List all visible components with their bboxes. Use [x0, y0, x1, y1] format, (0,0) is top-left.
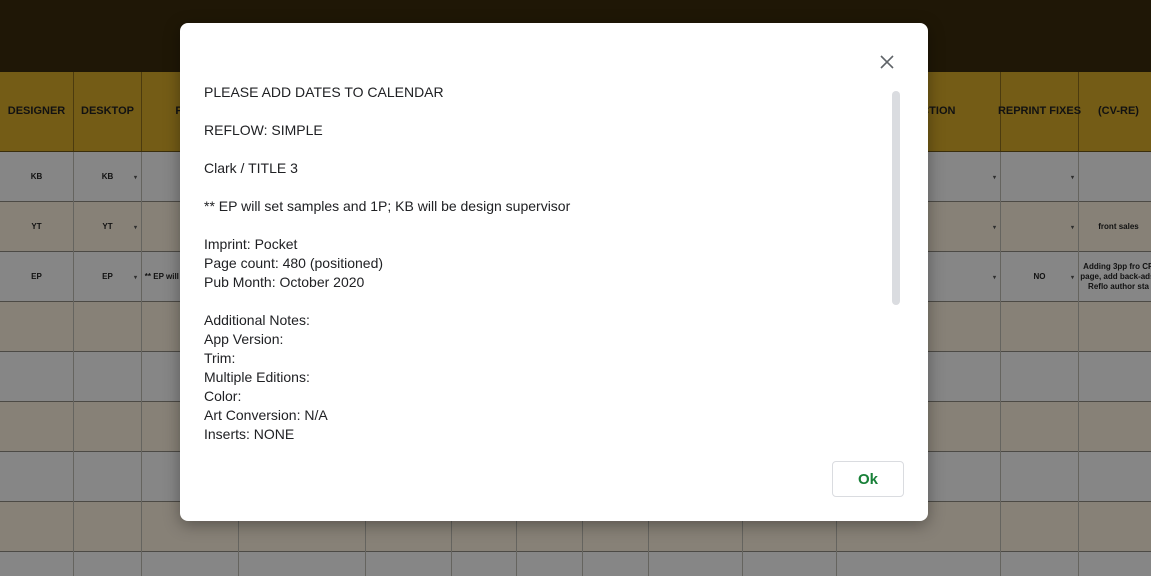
note-line: Imprint: Pocket — [204, 236, 298, 252]
note-line: Trim: — [204, 350, 236, 366]
note-paragraph: Clark / TITLE 3 — [204, 159, 884, 178]
note-line: Multiple Editions: — [204, 369, 310, 385]
note-paragraph: Imprint: Pocket Page count: 480 (position… — [204, 235, 884, 292]
ok-button[interactable]: Ok — [832, 461, 904, 497]
close-icon — [880, 55, 894, 69]
note-paragraph: PLEASE ADD DATES TO CALENDAR — [204, 83, 884, 102]
scrollbar-thumb[interactable] — [892, 91, 900, 305]
note-paragraph: REFLOW: SIMPLE — [204, 121, 884, 140]
note-line: Color: — [204, 388, 242, 404]
note-line: Art Conversion: N/A — [204, 407, 328, 423]
note-line: App Version: — [204, 331, 284, 347]
note-line: ** EP will set samples and 1P; KB will b… — [204, 198, 571, 214]
note-line: Page count: 480 (positioned) — [204, 255, 384, 271]
note-line: Clark / TITLE 3 — [204, 160, 298, 176]
notes-content: PLEASE ADD DATES TO CALENDAR REFLOW: SIMP… — [204, 83, 884, 441]
note-line: REFLOW: SIMPLE — [204, 122, 323, 138]
close-button[interactable] — [874, 49, 900, 75]
note-line: PLEASE ADD DATES TO CALENDAR — [204, 84, 444, 100]
note-paragraph: ** EP will set samples and 1P; KB will b… — [204, 197, 884, 216]
note-paragraph: Additional Notes: App Version: Trim: Multip… — [204, 311, 884, 441]
note-line: Additional Notes: — [204, 312, 310, 328]
note-line: Pub Month: October 2020 — [204, 274, 365, 290]
notes-dialog: PLEASE ADD DATES TO CALENDAR REFLOW: SIMP… — [180, 23, 928, 521]
note-line: Inserts: NONE — [204, 426, 295, 441]
scrollbar[interactable] — [892, 91, 900, 305]
